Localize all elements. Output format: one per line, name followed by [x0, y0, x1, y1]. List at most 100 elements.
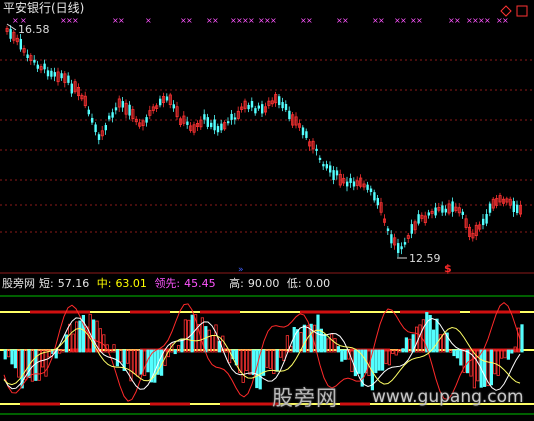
indicator-bar: [374, 349, 378, 374]
candle-body: [322, 164, 325, 167]
candle-body: [278, 96, 281, 106]
svg-text:»: »: [238, 265, 244, 275]
square-icon[interactable]: [516, 5, 528, 17]
candle-body: [352, 181, 356, 187]
indicator-bar: [455, 349, 460, 359]
candle-body: [121, 101, 124, 108]
indicator-bar: [476, 349, 480, 382]
indicator-bar: [44, 349, 48, 377]
indicator-bar: [248, 349, 252, 375]
candle-body: [301, 127, 305, 136]
price-grid: [0, 59, 534, 233]
candle-body: [206, 117, 209, 127]
indicator-bar: [323, 333, 327, 353]
indicator-bar: [75, 321, 79, 353]
candle-body: [485, 214, 488, 224]
indicator-bar: [214, 324, 218, 353]
candle-body: [451, 201, 454, 212]
candle-body: [305, 131, 308, 138]
indicator-bar: [34, 349, 38, 381]
signal-marker: ×: [186, 16, 193, 25]
ind-red-segment: [130, 310, 170, 314]
ind-red-segment: [400, 310, 460, 314]
signal-marker: ×: [118, 16, 125, 25]
high-low-arrows: [6, 23, 407, 259]
candle-body: [94, 124, 97, 133]
indicator-bar: [3, 349, 7, 360]
low-label: 低:: [286, 277, 302, 290]
price-high-label: 16.58: [18, 23, 50, 36]
candle-body: [114, 107, 118, 111]
watermark-text: 股旁网: [272, 386, 338, 410]
candle-body: [397, 243, 400, 253]
candle-body: [482, 218, 485, 226]
candle-body: [33, 59, 36, 63]
stock-title: 平安银行(日线): [3, 1, 85, 15]
candle-body: [366, 184, 369, 190]
indicator-bar: [482, 349, 487, 387]
indicator-bar: [10, 349, 14, 365]
indicator-bar: [139, 349, 143, 375]
candle-body: [186, 121, 189, 125]
candle-body: [346, 181, 349, 187]
candle-body: [444, 208, 447, 213]
ind-red-segment: [300, 310, 350, 314]
window-controls: [500, 2, 530, 17]
high-label: 高:: [229, 277, 244, 290]
candle-body: [108, 115, 111, 120]
candle-body: [349, 178, 352, 183]
indicator-bar: [17, 349, 21, 378]
diamond-icon[interactable]: [500, 5, 512, 17]
ind-red-segment: [20, 402, 60, 406]
candle-body: [210, 122, 213, 128]
indicator-bar: [265, 349, 269, 368]
signal-marker: ×: [306, 16, 313, 25]
indicator-bar: [414, 326, 419, 353]
candle-body: [104, 125, 107, 131]
indicator-bar: [510, 349, 514, 354]
indicator-bar: [421, 319, 426, 353]
indicator-bar: [244, 349, 249, 371]
candle-body: [335, 170, 339, 176]
signal-marker: ×: [454, 16, 461, 25]
candle-body: [233, 117, 237, 120]
indicator-name: 股旁网: [2, 277, 35, 290]
candle-body: [329, 165, 332, 173]
lead-value: 45.45: [184, 277, 216, 290]
ind-red-segment: [30, 310, 90, 314]
ind-red-segment: [470, 310, 520, 314]
candle-body: [332, 170, 335, 181]
candle-body: [254, 108, 257, 114]
indicator-bar: [380, 349, 385, 371]
ind-red-segment: [340, 402, 370, 406]
candle-body: [165, 96, 169, 101]
indicator-bar: [126, 349, 130, 364]
indicator-bar: [302, 324, 307, 353]
blue-cursor-icon: »: [238, 265, 244, 275]
indicator-bar: [319, 328, 324, 353]
indicator-bar: [506, 349, 511, 360]
watermark-url: www.gupang.com: [372, 387, 524, 407]
chart-canvas[interactable]: × × × × × × × × × × × × × × × × × × × × × × × × × × × × × × × × × × × × × »: [0, 0, 534, 421]
candle-body: [70, 83, 73, 94]
candle-body: [220, 123, 223, 131]
candle-body: [410, 224, 413, 234]
signal-markers: × × × × × × × × × × × × × × × × × × × × × × × × × × × × × × × × × × × × ×: [12, 16, 509, 25]
ind-red-segment: [200, 310, 240, 314]
candle-body: [390, 234, 393, 244]
candle-body: [159, 98, 162, 106]
candle-body: [227, 121, 230, 124]
indicator-legend: 股旁网 短: 57.16 中: 63.01 领先: 45.45 高: 90.00 低: 0.…: [2, 277, 334, 290]
candle-body: [516, 204, 519, 214]
candle-body: [288, 110, 291, 120]
candle-body: [441, 205, 444, 213]
indicator-bar: [78, 320, 82, 353]
indicator-bar: [404, 337, 409, 353]
indicator-bar: [153, 349, 157, 383]
candle-body: [376, 197, 379, 206]
indicator-bar: [428, 314, 432, 353]
candle-body: [369, 188, 373, 193]
mid-value: 63.01: [115, 277, 147, 290]
indicator-bar: [520, 324, 524, 353]
candle-body: [46, 70, 50, 77]
